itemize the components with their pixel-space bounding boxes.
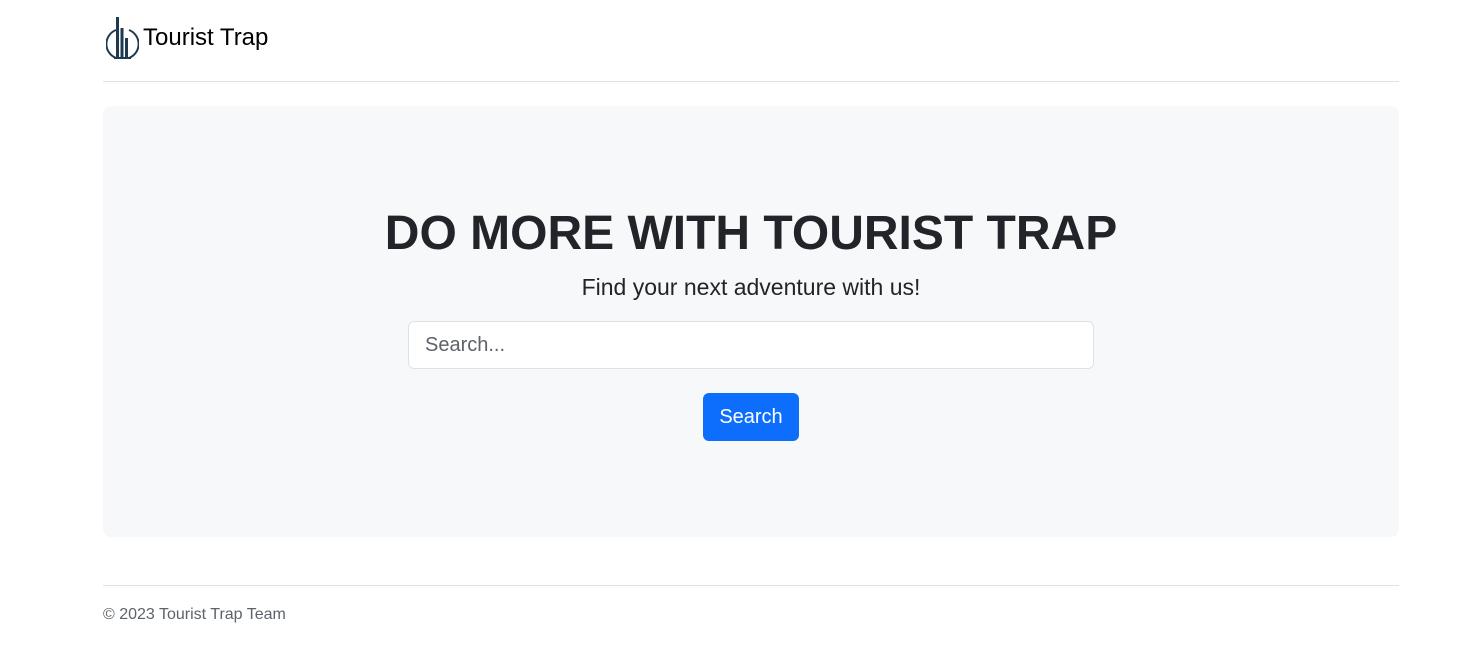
hero-section: DO MORE WITH TOURIST TRAP Find your next…: [103, 106, 1399, 537]
hero-subtitle: Find your next adventure with us!: [581, 274, 921, 300]
city-skyline-icon: [106, 17, 139, 59]
site-header: Tourist Trap: [103, 0, 1399, 82]
brand-link[interactable]: Tourist Trap: [106, 16, 268, 60]
brand-name: Tourist Trap: [143, 24, 269, 51]
page: Tourist Trap DO MORE WITH TOURIST TRAP F…: [0, 0, 1470, 668]
hero-title: DO MORE WITH TOURIST TRAP: [384, 207, 1118, 260]
search-input[interactable]: [408, 321, 1094, 369]
copyright-text: © 2023 Tourist Trap Team: [103, 606, 286, 623]
search-button[interactable]: Search: [703, 393, 799, 441]
site-footer: © 2023 Tourist Trap Team: [103, 585, 1399, 623]
